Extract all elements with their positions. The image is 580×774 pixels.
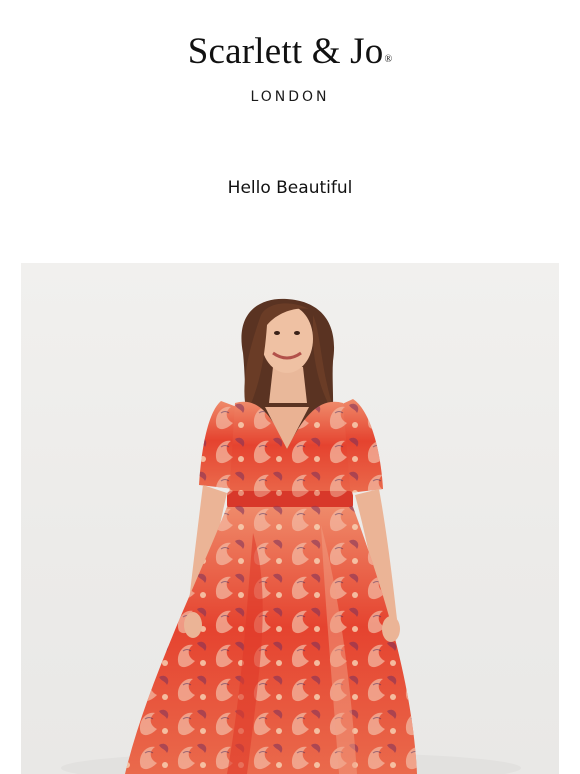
registered-mark: ® <box>384 54 393 65</box>
brand-logo[interactable]: Scarlett & Jo® <box>0 32 580 72</box>
email-header: Scarlett & Jo® LONDON <box>0 0 580 120</box>
brand-name: Scarlett & Jo <box>187 31 384 72</box>
model-photo-illustration <box>61 298 521 774</box>
hero-image[interactable] <box>21 263 559 774</box>
greeting-heading: Hello Beautiful <box>227 178 353 198</box>
brand-location: LONDON <box>250 89 330 105</box>
